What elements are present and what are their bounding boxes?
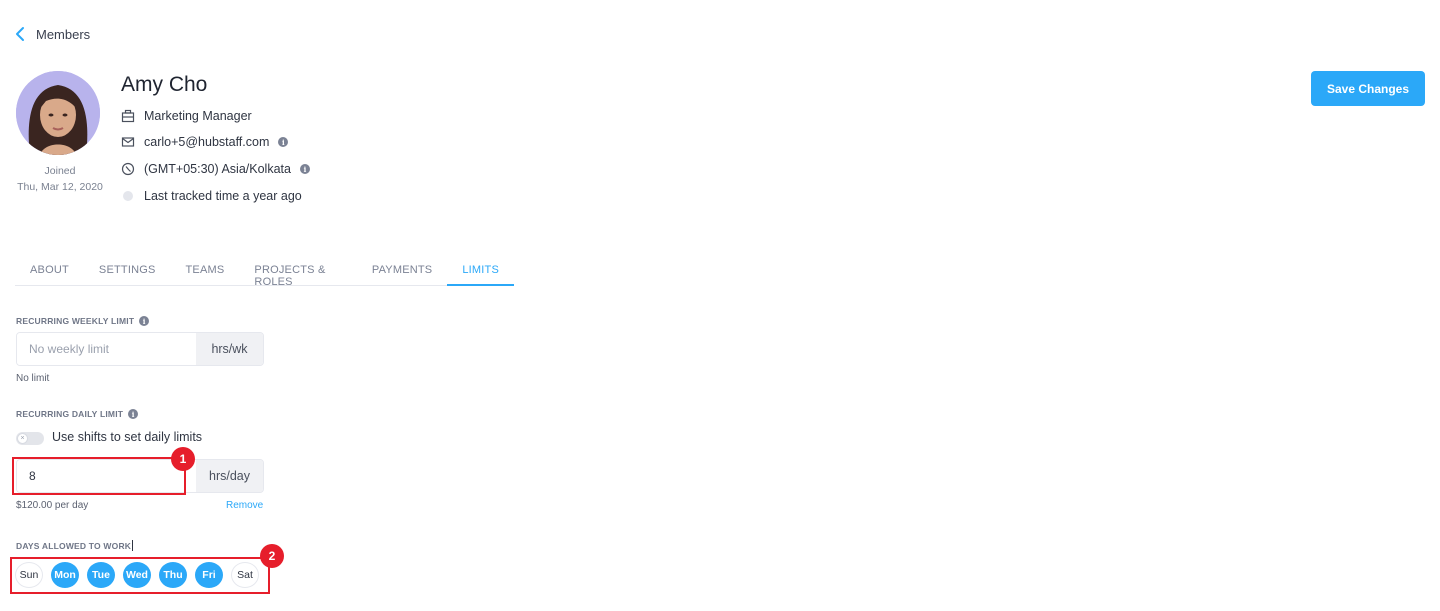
- profile-tabs: ABOUT SETTINGS TEAMS PROJECTS & ROLES PA…: [15, 257, 514, 288]
- email-row: carlo+5@hubstaff.com i: [121, 135, 289, 149]
- joined-info: Joined Thu, Mar 12, 2020: [10, 163, 110, 195]
- info-icon[interactable]: i: [278, 137, 289, 147]
- save-changes-button[interactable]: Save Changes: [1311, 71, 1425, 106]
- daily-limit-label: RECURRING DAILY LIMIT: [16, 409, 124, 419]
- daily-limit-heading: RECURRING DAILY LIMIT i: [16, 409, 139, 419]
- weekly-limit-heading: RECURRING WEEKLY LIMIT i: [16, 316, 150, 326]
- weekly-limit-unit: hrs/wk: [196, 333, 263, 365]
- use-shifts-toggle[interactable]: ×: [16, 432, 44, 445]
- annotation-badge-1: 1: [171, 447, 195, 471]
- weekly-limit-input[interactable]: [17, 333, 196, 365]
- status-dot-icon: [123, 191, 133, 201]
- chevron-left-icon: [16, 27, 24, 41]
- tab-settings[interactable]: SETTINGS: [84, 257, 171, 286]
- member-name: Amy Cho: [121, 73, 208, 96]
- info-icon[interactable]: i: [139, 316, 150, 326]
- days-label: DAYS ALLOWED TO WORK: [16, 540, 132, 551]
- weekly-limit-helper: No limit: [16, 373, 50, 384]
- timezone-text: (GMT+05:30) Asia/Kolkata: [144, 162, 291, 176]
- mail-icon: [121, 135, 135, 149]
- annotation-highlight-2: [10, 557, 270, 594]
- role-row: Marketing Manager: [121, 109, 252, 123]
- use-shifts-label: Use shifts to set daily limits: [52, 430, 203, 444]
- info-icon[interactable]: i: [128, 409, 139, 419]
- back-to-members-link[interactable]: Members: [14, 26, 90, 42]
- joined-label: Joined: [44, 165, 76, 177]
- briefcase-icon: [121, 109, 135, 123]
- close-icon: ×: [17, 433, 28, 444]
- tab-payments[interactable]: PAYMENTS: [357, 257, 447, 286]
- weekly-limit-field: hrs/wk: [16, 332, 264, 366]
- text-cursor: [132, 540, 134, 551]
- joined-date: Thu, Mar 12, 2020: [17, 181, 103, 193]
- info-icon[interactable]: i: [299, 164, 310, 174]
- remove-daily-limit-link[interactable]: Remove: [226, 500, 263, 511]
- email-text: carlo+5@hubstaff.com: [144, 135, 270, 149]
- timezone-row: (GMT+05:30) Asia/Kolkata i: [121, 162, 310, 176]
- annotation-badge-2: 2: [260, 544, 284, 568]
- role-text: Marketing Manager: [144, 109, 252, 123]
- annotation-highlight-1: [12, 457, 186, 495]
- daily-limit-helper: $120.00 per day: [16, 500, 89, 511]
- tab-limits[interactable]: LIMITS: [447, 257, 514, 286]
- globe-clock-icon: [121, 162, 135, 176]
- avatar: [16, 71, 100, 155]
- tab-about[interactable]: ABOUT: [15, 257, 84, 286]
- daily-limit-unit: hrs/day: [196, 460, 263, 492]
- last-tracked-text: Last tracked time a year ago: [144, 189, 302, 203]
- back-label: Members: [36, 26, 91, 42]
- days-heading: DAYS ALLOWED TO WORK: [16, 540, 134, 551]
- tab-teams[interactable]: TEAMS: [171, 257, 240, 286]
- last-tracked-row: Last tracked time a year ago: [121, 189, 302, 203]
- weekly-limit-label: RECURRING WEEKLY LIMIT: [16, 316, 135, 326]
- tab-projects-roles[interactable]: PROJECTS & ROLES: [239, 257, 356, 288]
- avatar-image: [16, 71, 100, 155]
